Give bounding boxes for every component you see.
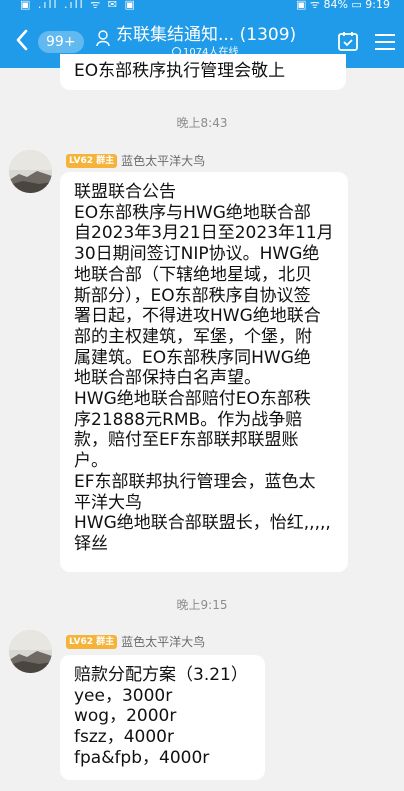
message-line: 平洋大鸟 [74, 492, 142, 513]
message-line: 序21888元RMB。作为战争赔 [74, 409, 303, 430]
message-line: 属建筑。EO东部秩序同HWG绝 [74, 347, 311, 368]
sender-name[interactable]: 蓝色太平洋大鸟 [121, 152, 205, 169]
message-text: 联盟联合公告 EO东部秩序与HWG绝地联合部 自2023年3月21日至2023年11… [74, 182, 334, 555]
message-line: 款，赔付至EF东部联邦联盟账 [74, 430, 299, 451]
message-text: EO东部秩序执行管理会敬上 [74, 61, 286, 81]
message-line: yee，3000r [74, 685, 173, 706]
unread-count-badge[interactable]: 99+ [38, 31, 84, 53]
menu-icon[interactable] [374, 33, 396, 51]
message-line: 斯部分），EO东部秩序自协议签 [74, 285, 311, 306]
message-line: fpa&fpb，4000r [74, 747, 210, 768]
message-line: 地联合部保持白名声望。 [74, 368, 261, 389]
message-bubble[interactable]: 联盟联合公告 EO东部秩序与HWG绝地联合部 自2023年3月21日至2023年11… [60, 172, 348, 572]
sender-line: LV62 群主 蓝色太平洋大鸟 [66, 150, 205, 169]
status-bar-left: ▣ .ıll .ıll ᯤ ✉ ▣ [20, 0, 137, 11]
role-label: 群主 [96, 636, 115, 647]
message-line: 30日期间签订NIP协议。HWG绝 [74, 244, 320, 265]
sender-line: LV62 群主 蓝色太平洋大鸟 [66, 631, 205, 650]
status-bar-right: ▣ ᯤ 84% ▭ 9:19 [296, 0, 390, 11]
level-label: LV62 [69, 636, 93, 647]
timestamp: 晚上8:43 [176, 116, 228, 130]
tasks-icon[interactable] [337, 30, 359, 52]
group-icon [95, 29, 111, 47]
message-line: fszz，4000r [74, 727, 174, 748]
level-label: LV62 [69, 155, 93, 166]
avatar[interactable] [9, 630, 52, 673]
level-badge: LV62 群主 [66, 153, 118, 168]
timestamp: 晚上9:15 [176, 598, 228, 612]
message-line: 铎丝 [74, 533, 108, 554]
message-line: HWG绝地联合部联盟长，怡红,,,,, [74, 513, 331, 534]
message-line: 赔款分配方案（3.21） [74, 665, 248, 685]
back-arrow-icon[interactable] [14, 28, 30, 52]
sender-name[interactable]: 蓝色太平洋大鸟 [121, 633, 205, 650]
message-line: EF东部联邦执行管理会，蓝色太 [74, 471, 316, 492]
avatar[interactable] [9, 150, 52, 193]
message-bubble[interactable]: 赔款分配方案（3.21） yee，3000r wog，2000r fszz，4000r… [60, 655, 265, 780]
level-badge: LV62 群主 [66, 634, 118, 649]
status-bar: ▣ .ıll .ıll ᯤ ✉ ▣ ▣ ᯤ 84% ▭ 9:19 [0, 0, 404, 12]
message-line: 地联合部（下辖绝地星域，北贝 [74, 264, 312, 285]
role-label: 群主 [96, 155, 115, 166]
message-text: 赔款分配方案（3.21） yee，3000r wog，2000r fszz，4000r… [74, 665, 248, 769]
message-bubble[interactable]: EO东部秩序执行管理会敬上 [60, 54, 346, 90]
message-line: EO东部秩序与HWG绝地联合部 [74, 202, 311, 223]
message-line: 署日起，不得进攻HWG绝地联合 [74, 306, 321, 327]
chat-title[interactable]: 东联集结通知... (1309) [116, 23, 296, 47]
message-line: 自2023年3月21日至2023年11月 [74, 223, 334, 244]
message-line: HWG绝地联合部赔付EO东部秩 [74, 389, 311, 410]
message-line: 联盟联合公告 [74, 182, 176, 202]
message-line: 户。 [74, 451, 108, 472]
message-line: 部的主权建筑，军堡，个堡，附 [74, 326, 312, 347]
message-line: wog，2000r [74, 706, 177, 727]
